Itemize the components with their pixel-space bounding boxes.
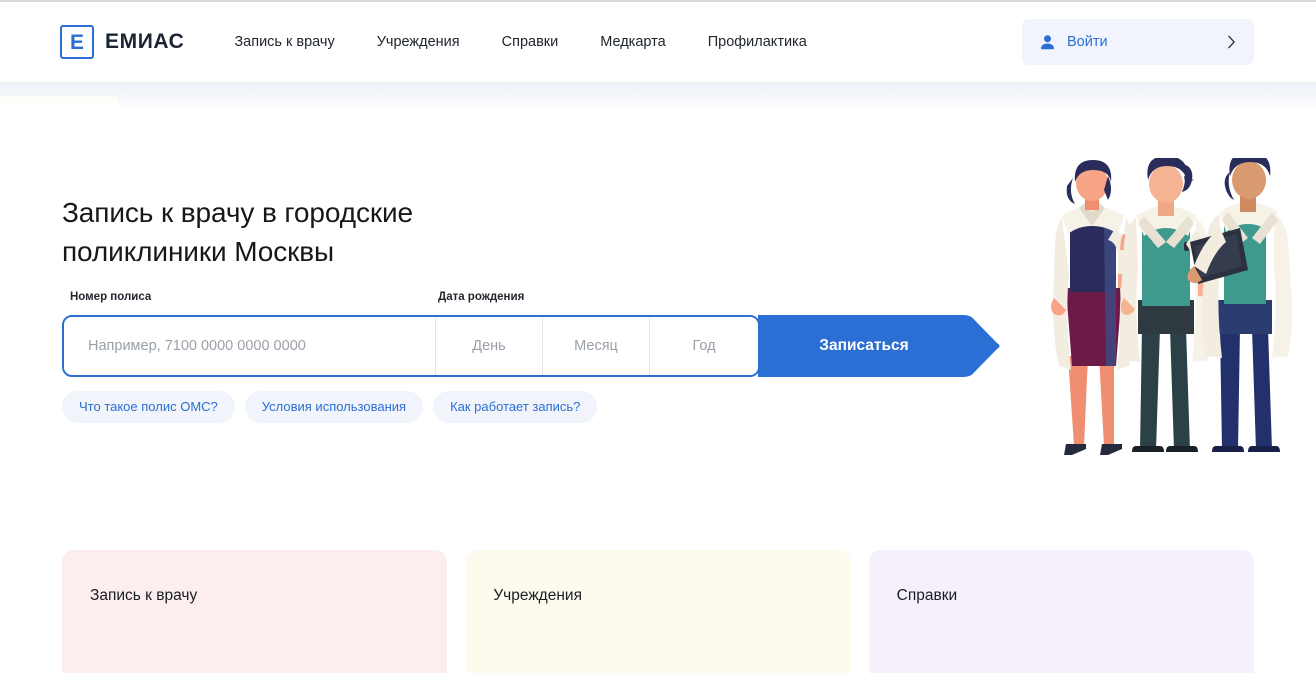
page-root: Е ЕМИАС Запись к врачу Учреждения Справк… bbox=[0, 0, 1316, 673]
card-title: Запись к врачу bbox=[90, 587, 198, 604]
doctor-right bbox=[1187, 158, 1293, 452]
policy-number-label: Номер полиса bbox=[70, 291, 152, 303]
birth-month-input[interactable] bbox=[543, 338, 649, 354]
form-labels-row: Номер полиса Дата рождения bbox=[62, 291, 1007, 309]
birth-year-input[interactable] bbox=[650, 338, 758, 354]
nav-item-spravki[interactable]: Справки bbox=[502, 26, 559, 58]
info-chips: Что такое полис ОМС? Условия использован… bbox=[62, 391, 598, 423]
service-cards: Запись к врачу Учреждения Справки bbox=[62, 550, 1254, 673]
appointment-form: Номер полиса Дата рождения Например, 710… bbox=[62, 291, 1007, 377]
page-title: Запись к врачу в городские поликлиники М… bbox=[62, 197, 414, 267]
chip-terms-of-use[interactable]: Условия использования bbox=[244, 391, 424, 423]
login-button[interactable]: Войти bbox=[1022, 19, 1254, 65]
submit-appointment-button[interactable]: Записаться bbox=[758, 315, 1002, 377]
card-uchrezhdeniya[interactable]: Учреждения bbox=[465, 550, 851, 673]
card-spravki[interactable]: Справки bbox=[868, 550, 1254, 673]
birth-year-field[interactable] bbox=[650, 317, 758, 375]
emias-logo-icon: Е bbox=[60, 25, 94, 59]
chip-what-is-oms[interactable]: Что такое полис ОМС? bbox=[62, 391, 235, 423]
login-button-label: Войти bbox=[1067, 34, 1108, 50]
doctor-center bbox=[1119, 158, 1218, 452]
three-doctors-illustration bbox=[1044, 158, 1316, 478]
chip-how-booking-works[interactable]: Как работает запись? bbox=[433, 391, 598, 423]
nav-item-medkarta[interactable]: Медкарта bbox=[600, 26, 665, 58]
brand-mark-letter: Е bbox=[69, 30, 84, 54]
chevron-right-icon bbox=[1228, 35, 1235, 49]
form-fields-group bbox=[62, 315, 760, 377]
doctors-illustration-svg bbox=[1051, 158, 1293, 455]
birth-day-input[interactable] bbox=[436, 338, 542, 354]
main-nav: Запись к врачу Учреждения Справки Медкар… bbox=[234, 26, 806, 58]
birth-day-field[interactable] bbox=[436, 317, 543, 375]
nav-item-uchrezhdeniya[interactable]: Учреждения bbox=[377, 26, 460, 58]
brand-logo[interactable]: Е ЕМИАС bbox=[60, 25, 184, 59]
brand-name: ЕМИАС bbox=[105, 30, 185, 53]
birth-date-label: Дата рождения bbox=[438, 291, 525, 303]
hero-section: Запись к врачу в городские поликлиники М… bbox=[0, 108, 1316, 528]
header-band bbox=[0, 82, 1316, 108]
form-bar: Записаться bbox=[62, 315, 1007, 377]
card-zapis-k-vrachu[interactable]: Запись к врачу bbox=[62, 550, 448, 673]
policy-number-input[interactable] bbox=[88, 338, 435, 354]
card-title: Учреждения bbox=[493, 587, 582, 604]
user-icon bbox=[1041, 34, 1054, 49]
policy-number-field[interactable] bbox=[64, 317, 436, 375]
card-title: Справки bbox=[896, 587, 958, 604]
nav-item-zapis[interactable]: Запись к врачу bbox=[234, 26, 334, 58]
submit-button-shape bbox=[758, 315, 1000, 377]
nav-item-profilaktika[interactable]: Профилактика bbox=[708, 26, 807, 58]
header-band-accent bbox=[0, 96, 118, 108]
birth-month-field[interactable] bbox=[543, 317, 650, 375]
site-header: Е ЕМИАС Запись к врачу Учреждения Справк… bbox=[0, 2, 1316, 82]
